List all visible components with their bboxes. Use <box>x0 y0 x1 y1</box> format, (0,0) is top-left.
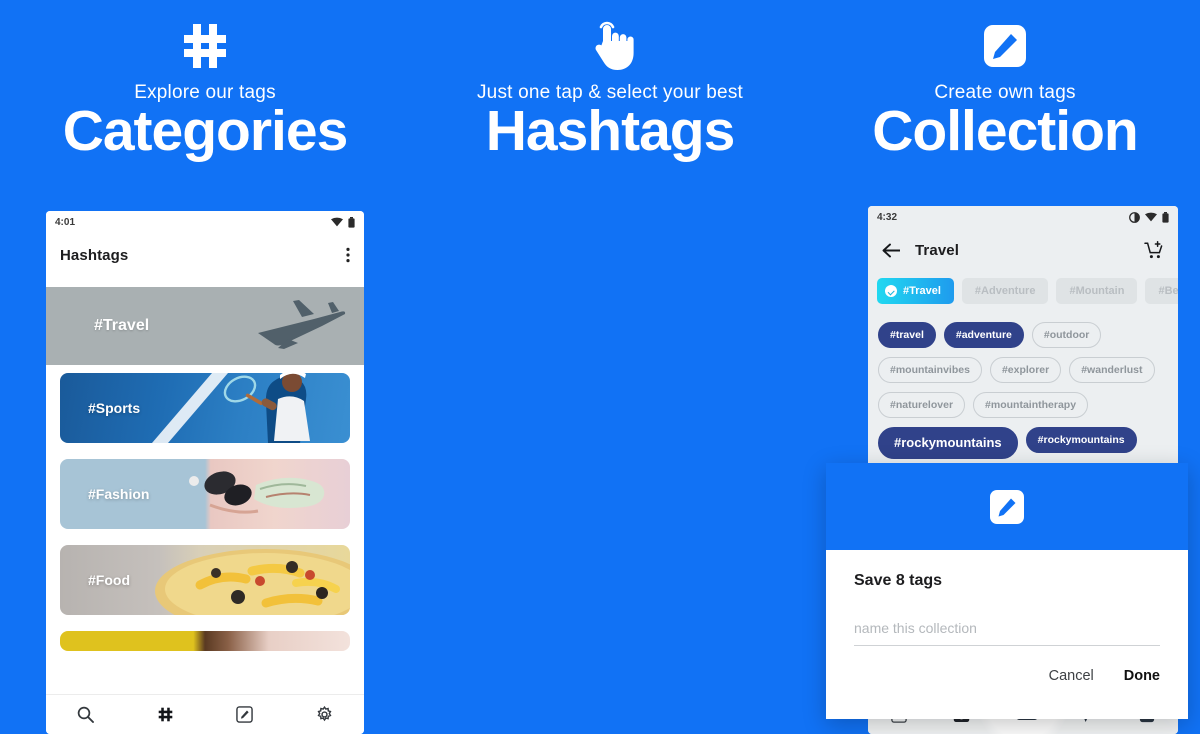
category-card-food[interactable]: #Food <box>60 545 350 615</box>
category-card-label: #Food <box>88 572 130 588</box>
bottom-navigation-bar <box>46 694 364 734</box>
category-card-sports[interactable]: #Sports <box>60 373 350 443</box>
status-bar: 4:01 <box>46 211 364 233</box>
promo-panel-categories: Explore our tags Categories 4:01 Hashtag… <box>0 0 410 734</box>
promo-panel-hashtags: Just one tap & select your best Hashtags… <box>410 0 1178 734</box>
category-card-label: #Fashion <box>88 486 150 502</box>
tag-icon <box>990 489 1024 524</box>
portrait-photo <box>60 631 350 651</box>
page-title: Hashtags <box>60 246 129 264</box>
dialog-title: Save 8 tags <box>854 572 943 589</box>
phone-mockup-categories: 4:01 Hashtags #Travel #Sports #Fashion #… <box>46 211 364 734</box>
category-card-label: #Sports <box>88 400 141 416</box>
airplane-photo <box>244 299 352 351</box>
panel-title: Categories <box>62 99 349 163</box>
category-card-fashion[interactable]: #Fashion <box>60 459 350 529</box>
hero-card-label: #Travel <box>94 317 150 334</box>
hashtag-icon[interactable] <box>148 701 182 729</box>
cancel-button[interactable]: Cancel <box>1049 668 1094 684</box>
panel-header-categories: Explore our tags Categories <box>0 0 410 162</box>
phone1-screen: 4:01 Hashtags #Travel #Sports #Fashion #… <box>46 211 364 734</box>
tag-icon[interactable] <box>228 701 262 729</box>
panel-header-collection: Create own tags Collection <box>810 0 1200 162</box>
category-card-list: #Sports #Fashion #Food <box>46 373 364 651</box>
app-bar: Hashtags <box>46 233 364 277</box>
panel-title: Hashtags <box>485 99 736 163</box>
search-icon[interactable] <box>69 701 103 729</box>
gear-icon[interactable] <box>307 701 341 729</box>
dialog-actions: Cancel Done <box>826 646 1188 684</box>
done-button[interactable]: Done <box>1124 668 1160 684</box>
promo-banner: Explore our tags Categories 4:01 Hashtag… <box>0 0 1200 734</box>
hashtag-icon <box>0 18 410 74</box>
status-time: 4:01 <box>55 216 76 228</box>
hero-card-travel[interactable]: #Travel <box>46 287 364 365</box>
panel-header-hashtags: Just one tap & select your best Hashtags <box>410 0 810 162</box>
dialog-body: Save 8 tags <box>826 550 1188 646</box>
save-collection-dialog: Save 8 tags Cancel Done <box>826 463 1188 719</box>
overflow-menu-icon[interactable] <box>346 247 350 263</box>
battery-icon <box>348 216 355 228</box>
tag-icon <box>810 18 1200 74</box>
category-card-partial[interactable] <box>60 631 350 651</box>
dialog-header <box>826 463 1188 550</box>
panel-title: Collection <box>872 99 1139 163</box>
tap-hand-icon <box>410 18 810 74</box>
wifi-icon <box>331 217 343 227</box>
collection-name-input[interactable] <box>854 616 1160 646</box>
